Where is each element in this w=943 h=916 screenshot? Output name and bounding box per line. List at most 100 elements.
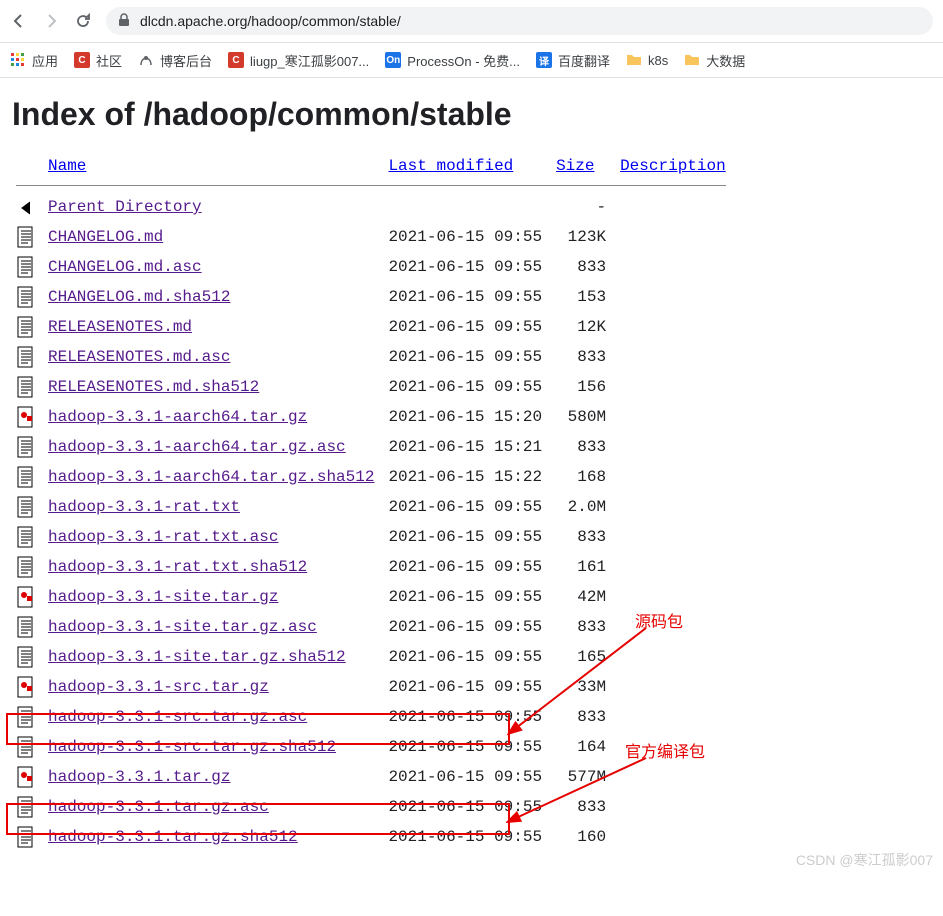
text-file-icon (16, 316, 36, 338)
bookmark-item[interactable]: Cliugp_寒江孤影007... (228, 51, 369, 70)
bookmark-item[interactable]: C社区 (74, 51, 122, 70)
bookmark-item[interactable]: 博客后台 (138, 51, 212, 70)
bookmarks-bar: 应用 C社区博客后台 Cliugp_寒江孤影007... OnProcessOn -… (0, 43, 943, 78)
header-size[interactable]: Size (556, 157, 594, 175)
bookmark-item[interactable]: OnProcessOn - 免费... (385, 51, 520, 70)
header-description[interactable]: Description (620, 157, 726, 175)
text-file-icon (16, 526, 36, 548)
file-link[interactable]: hadoop-3.3.1-site.tar.gz.sha512 (48, 648, 346, 666)
file-modified: 2021-06-15 15:21 (384, 432, 552, 462)
watermark: CSDN @寒江孤影007 (796, 850, 933, 870)
table-row: hadoop-3.3.1-src.tar.gz.sha512 2021-06-15… (12, 732, 736, 762)
archive-icon (16, 586, 36, 608)
bookmark-icon: On (385, 52, 401, 68)
forward-button[interactable] (42, 12, 60, 30)
file-link[interactable]: hadoop-3.3.1-aarch64.tar.gz.sha512 (48, 468, 374, 486)
table-row: hadoop-3.3.1.tar.gz.asc2021-06-15 09:558… (12, 792, 736, 822)
file-size: 33M (552, 672, 616, 702)
file-link[interactable]: hadoop-3.3.1.tar.gz.sha512 (48, 828, 298, 846)
table-row: RELEASENOTES.md.sha5122021-06-15 09:5515… (12, 372, 736, 402)
directory-listing: Name Last modified Size Description Pare… (12, 153, 736, 852)
file-size: 12K (552, 312, 616, 342)
file-modified: 2021-06-15 09:55 (384, 732, 552, 762)
file-size: 577M (552, 762, 616, 792)
file-modified: 2021-06-15 09:55 (384, 612, 552, 642)
file-link[interactable]: hadoop-3.3.1-src.tar.gz (48, 678, 269, 696)
file-modified: 2021-06-15 09:55 (384, 792, 552, 822)
file-modified: 2021-06-15 09:55 (384, 522, 552, 552)
text-file-icon (16, 796, 36, 818)
file-link[interactable]: RELEASENOTES.md.sha512 (48, 378, 259, 396)
table-row: RELEASENOTES.md2021-06-15 09:5512K (12, 312, 736, 342)
file-link[interactable]: CHANGELOG.md.asc (48, 258, 202, 276)
apps-button[interactable]: 应用 (10, 51, 58, 70)
table-row: hadoop-3.3.1-rat.txt.asc 2021-06-15 09:55… (12, 522, 736, 552)
address-bar[interactable] (106, 7, 933, 35)
page-content: Index of /hadoop/common/stable Name Last… (0, 78, 943, 860)
file-size: 156 (552, 372, 616, 402)
file-modified: 2021-06-15 09:55 (384, 702, 552, 732)
table-row: hadoop-3.3.1-rat.txt.sha5122021-06-15 09… (12, 552, 736, 582)
file-link[interactable]: RELEASENOTES.md.asc (48, 348, 230, 366)
text-file-icon (16, 736, 36, 758)
bookmark-label: 大数据 (706, 51, 745, 70)
back-button[interactable] (10, 12, 28, 30)
file-modified: 2021-06-15 09:55 (384, 762, 552, 792)
file-link[interactable]: RELEASENOTES.md (48, 318, 192, 336)
bookmark-icon (626, 52, 642, 68)
header-name[interactable]: Name (48, 157, 86, 175)
file-size: 160 (552, 822, 616, 852)
table-row: hadoop-3.3.1-site.tar.gz 2021-06-15 09:55… (12, 582, 736, 612)
file-modified: 2021-06-15 09:55 (384, 672, 552, 702)
file-link[interactable]: CHANGELOG.md.sha512 (48, 288, 230, 306)
url-input[interactable] (138, 12, 921, 30)
file-link[interactable]: hadoop-3.3.1-rat.txt.sha512 (48, 558, 307, 576)
file-link[interactable]: hadoop-3.3.1.tar.gz (48, 768, 230, 786)
text-file-icon (16, 286, 36, 308)
file-modified: 2021-06-15 09:55 (384, 582, 552, 612)
file-link[interactable]: hadoop-3.3.1-rat.txt (48, 498, 240, 516)
file-link[interactable]: CHANGELOG.md (48, 228, 163, 246)
text-file-icon (16, 376, 36, 398)
table-row: hadoop-3.3.1-site.tar.gz.asc 2021-06-15 0… (12, 612, 736, 642)
table-row: hadoop-3.3.1-aarch64.tar.gz2021-06-15 15… (12, 402, 736, 432)
bookmark-item[interactable]: 大数据 (684, 51, 745, 70)
table-row: CHANGELOG.md.sha5122021-06-15 09:55153 (12, 282, 736, 312)
file-size: 153 (552, 282, 616, 312)
file-link[interactable]: hadoop-3.3.1-site.tar.gz.asc (48, 618, 317, 636)
file-modified: 2021-06-15 09:55 (384, 222, 552, 252)
text-file-icon (16, 646, 36, 668)
file-link[interactable]: hadoop-3.3.1-src.tar.gz.asc (48, 708, 307, 726)
text-file-icon (16, 256, 36, 278)
table-row: RELEASENOTES.md.asc2021-06-15 09:55833 (12, 342, 736, 372)
table-row: CHANGELOG.md.asc2021-06-15 09:55833 (12, 252, 736, 282)
reload-button[interactable] (74, 12, 92, 30)
bookmark-item[interactable]: k8s (626, 52, 668, 68)
text-file-icon (16, 226, 36, 248)
parent-dir-link[interactable]: Parent Directory (48, 198, 202, 216)
file-link[interactable]: hadoop-3.3.1-site.tar.gz (48, 588, 278, 606)
file-link[interactable]: hadoop-3.3.1.tar.gz.asc (48, 798, 269, 816)
text-file-icon (16, 496, 36, 518)
bookmark-icon: 译 (536, 52, 552, 68)
file-size: 833 (552, 252, 616, 282)
apps-label: 应用 (32, 51, 58, 70)
file-modified: 2021-06-15 15:22 (384, 462, 552, 492)
file-modified: 2021-06-15 09:55 (384, 822, 552, 852)
text-file-icon (16, 706, 36, 728)
file-modified: 2021-06-15 09:55 (384, 642, 552, 672)
file-link[interactable]: hadoop-3.3.1-aarch64.tar.gz (48, 408, 307, 426)
bookmark-icon: C (228, 52, 244, 68)
header-modified[interactable]: Last modified (388, 157, 513, 175)
file-link[interactable]: hadoop-3.3.1-aarch64.tar.gz.asc (48, 438, 346, 456)
table-row: hadoop-3.3.1.tar.gz.sha512 2021-06-15 09:… (12, 822, 736, 852)
file-link[interactable]: hadoop-3.3.1-src.tar.gz.sha512 (48, 738, 336, 756)
back-arrow-icon (16, 196, 36, 218)
parent-dir-row: Parent Directory - (12, 192, 736, 222)
file-size: 833 (552, 342, 616, 372)
file-size: 168 (552, 462, 616, 492)
bookmark-item[interactable]: 译百度翻译 (536, 51, 610, 70)
file-link[interactable]: hadoop-3.3.1-rat.txt.asc (48, 528, 278, 546)
file-size: 161 (552, 552, 616, 582)
bookmark-icon (138, 52, 154, 68)
